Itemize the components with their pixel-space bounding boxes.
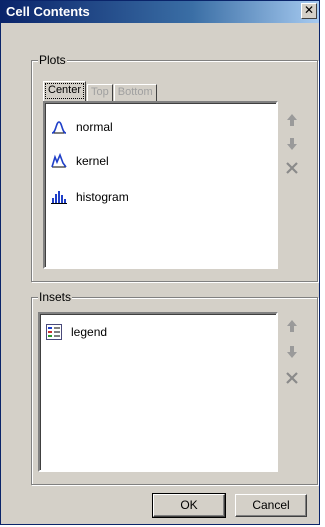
list-item-legend[interactable]: legend (46, 322, 107, 342)
cell-contents-dialog: Cell Contents ✕ Plots Center Top Bottom … (0, 0, 320, 525)
close-icon: ✕ (303, 3, 315, 17)
move-down-icon[interactable] (285, 137, 299, 151)
item-label: kernel (76, 154, 109, 168)
insets-group-label: Insets (38, 290, 73, 304)
item-label: histogram (76, 190, 129, 204)
list-item-kernel[interactable]: kernel (51, 151, 109, 171)
ok-button[interactable]: OK (152, 493, 226, 518)
cancel-button[interactable]: Cancel (235, 494, 307, 517)
tab-bottom[interactable]: Bottom (113, 84, 157, 101)
tab-center[interactable]: Center (43, 81, 87, 101)
list-item-normal[interactable]: normal (51, 117, 113, 137)
title-bar: Cell Contents ✕ (1, 1, 319, 23)
delete-icon[interactable] (285, 161, 299, 175)
dialog-title: Cell Contents (6, 4, 90, 19)
item-label: legend (71, 325, 108, 339)
item-label: normal (76, 120, 113, 134)
tab-top[interactable]: Top (87, 84, 113, 101)
list-item-histogram[interactable]: histogram (51, 187, 129, 207)
normal-curve-icon (51, 121, 67, 134)
move-up-icon[interactable] (285, 113, 299, 127)
close-button[interactable]: ✕ (301, 3, 317, 19)
kernel-curve-icon (51, 153, 67, 168)
plots-group-label: Plots (38, 53, 67, 67)
move-down-icon[interactable] (285, 345, 299, 359)
plots-tabs: Center Top Bottom (43, 81, 158, 101)
insets-listbox[interactable]: legend (38, 312, 278, 472)
move-up-icon[interactable] (285, 319, 299, 333)
legend-icon (46, 324, 62, 340)
histogram-icon (51, 191, 67, 204)
plots-listbox[interactable]: normal kernel histogram (43, 101, 278, 269)
delete-icon[interactable] (285, 371, 299, 385)
